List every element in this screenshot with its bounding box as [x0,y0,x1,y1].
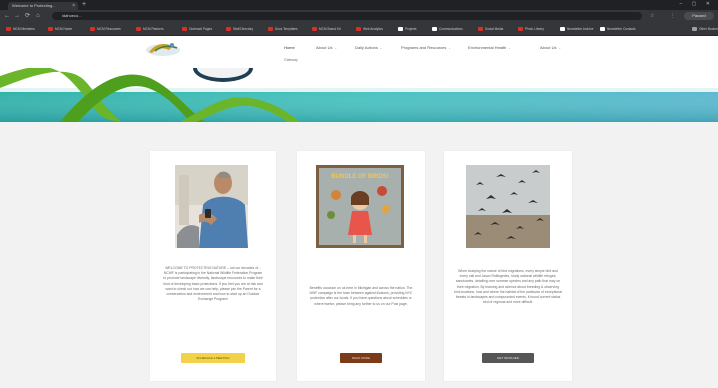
card-get-involved: When studying the nature of bird migrati… [444,151,572,381]
url-text: idahoeco... [62,13,82,18]
bookmarks-bar: MCM Members MCM Home MCM Resources MCM Part… [0,22,718,36]
nav-item-label: Environmental Health [468,45,507,50]
profile-button[interactable]: Paused [684,12,714,20]
bookmark-item[interactable]: Staff Directory [226,26,253,32]
bookmark-item[interactable]: MCM Members [6,26,35,32]
card-image-birds-book: BUNDLE OF BIRDS! [316,165,404,248]
nav-item[interactable]: Daily Actions ⌄ [355,45,382,50]
card-image-man-phone [175,165,248,248]
get-involved-button[interactable]: GET INVOLVED [482,353,534,363]
nav-item-label: About Us [316,45,333,50]
browser-toolbar: ← → ⟳ ⌂ idahoeco... ☆ ⋮ Paused [0,10,718,22]
nav-item-label: Home [284,45,295,50]
back-icon[interactable]: ← [4,12,10,20]
chevron-down-icon: ⌄ [379,46,383,50]
card-description: Benefits occasion on us here in Michigan… [309,286,413,306]
chevron-down-icon: ⌄ [558,46,561,50]
forward-icon[interactable]: → [14,12,20,20]
bookmark-item[interactable]: Newsletter Contacts [600,26,636,32]
nav-item[interactable]: About Us ⌄ [316,45,337,50]
chevron-down-icon: ⌄ [508,46,511,50]
nav-item[interactable]: Environmental Health ⌄ [468,45,511,50]
home-subtitle: Gateway [284,58,298,62]
card-description: When studying the nature of bird migrati… [454,269,562,305]
hero-banner [0,68,718,122]
bookmark-item[interactable]: Newsletter Archive [560,26,593,32]
tab-title: Welcome to Protecting... [12,3,56,8]
new-tab-icon[interactable]: + [82,1,86,9]
bookmark-item[interactable]: MCM Home [48,26,72,32]
bookmark-item[interactable]: Outreach Pages [182,26,212,32]
nav-item[interactable]: About Us ⌄ [540,45,561,50]
bookmark-item[interactable]: Photo Library [518,26,544,32]
reload-icon[interactable]: ⟳ [25,12,30,20]
site-logo[interactable] [143,38,183,58]
bookmark-item[interactable]: MCM Partners [136,26,164,32]
browser-tab[interactable]: Welcome to Protecting... × [8,2,78,10]
hero-graphic [0,68,718,122]
nav-item-label: About Us [540,45,557,50]
close-icon[interactable]: × [72,2,75,10]
card-description: WELCOME TO PROTECTING NATURE – not our d… [163,266,263,302]
bookmark-item[interactable]: Web Analytics [356,26,383,32]
star-icon[interactable]: ☆ [650,12,654,20]
bookmark-item[interactable]: Docs Templates [268,26,298,32]
nav-item-label: Programs and Resources [401,45,447,50]
read-more-button[interactable]: READ MORE [340,353,382,363]
card-image-bird-flock [466,165,550,248]
site-header: Home About Us ⌄ Daily Actions ⌄ Programs and … [0,36,718,68]
bookmark-item[interactable]: MCM Resources [90,26,121,32]
card-read-more: BUNDLE OF BIRDS! Benefits occasion on us… [297,151,425,381]
bookmark-item[interactable]: MCM Brand Kit [312,26,341,32]
window-controls[interactable]: – ▢ ✕ [680,1,714,7]
chevron-down-icon: ⌄ [334,46,337,50]
nav-item-label: Daily Actions [355,45,378,50]
nav-item[interactable]: Home [284,45,295,50]
bookmark-item[interactable]: Social Media [478,26,503,32]
schedule-meeting-button[interactable]: SCHEDULE A MEETING [181,353,245,363]
bookmark-item[interactable]: Projects [398,26,417,32]
address-bar[interactable]: idahoeco... [52,12,642,20]
browser-tab-strip: Welcome to Protecting... × + – ▢ ✕ [0,0,718,10]
nav-item[interactable]: Programs and Resources ⌄ [401,45,451,50]
card-schedule: WELCOME TO PROTECTING NATURE – not our d… [150,151,276,381]
extensions-icon[interactable]: ⋮ [670,12,675,20]
home-icon[interactable]: ⌂ [36,12,40,20]
bookmark-item[interactable]: Communications [432,26,463,32]
bookmark-item[interactable]: Other Bookmarks [692,26,718,32]
chevron-down-icon: ⌄ [448,46,451,50]
book-title: BUNDLE OF BIRDS! [331,174,388,180]
